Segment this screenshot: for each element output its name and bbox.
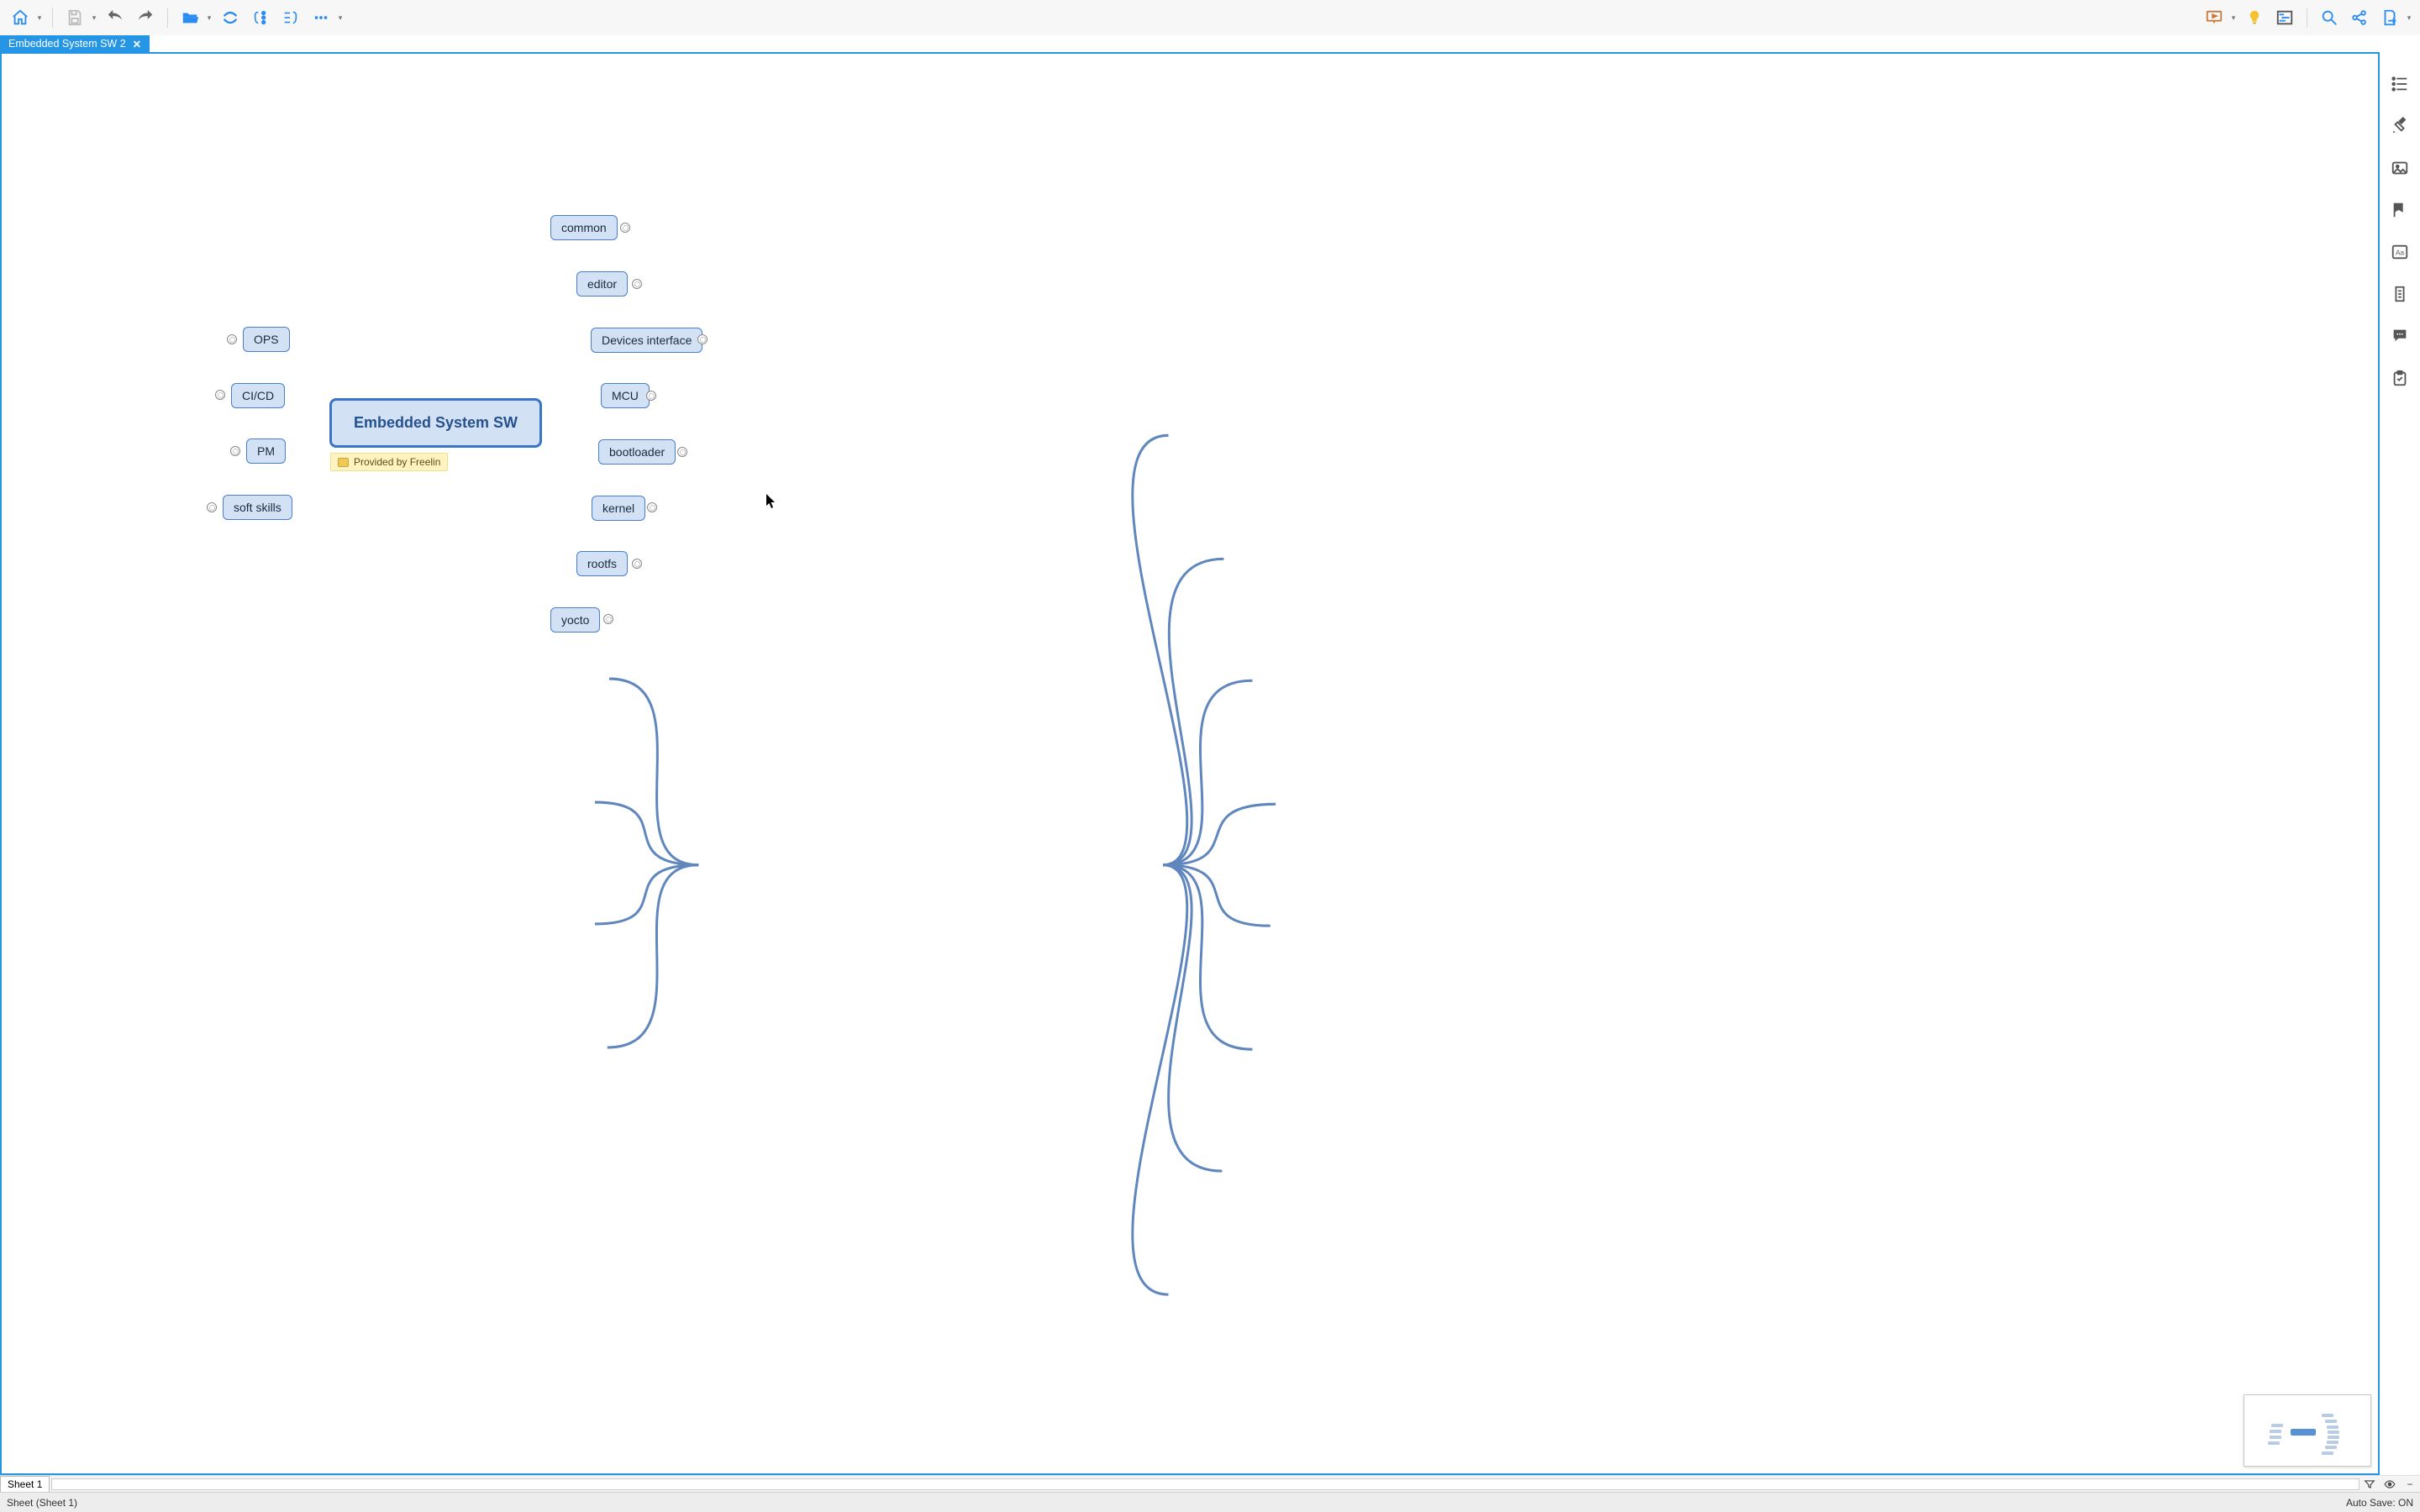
node-label: soft skills bbox=[234, 501, 281, 514]
expander-icon[interactable] bbox=[230, 446, 240, 456]
node-cicd[interactable]: CI/CD bbox=[231, 383, 285, 408]
node-rootfs[interactable]: rootfs bbox=[576, 551, 628, 576]
main-area: Embedded System SW Provided by Freelin c… bbox=[0, 52, 2420, 1475]
node-devices-interface[interactable]: Devices interface bbox=[591, 328, 702, 353]
format-icon[interactable] bbox=[2388, 114, 2412, 138]
relationship-icon[interactable] bbox=[217, 4, 244, 31]
sheet-tab[interactable]: Sheet 1 bbox=[0, 1476, 50, 1492]
expander-icon[interactable] bbox=[646, 391, 656, 401]
cursor-icon bbox=[766, 494, 776, 509]
boundary-icon[interactable] bbox=[247, 4, 274, 31]
presentation-caret[interactable]: ▾ bbox=[2229, 13, 2238, 23]
open-file-icon[interactable] bbox=[176, 4, 203, 31]
eye-icon[interactable] bbox=[2382, 1478, 2397, 1490]
node-mcu[interactable]: MCU bbox=[601, 383, 650, 408]
more-icon[interactable] bbox=[308, 4, 334, 31]
node-bootloader[interactable]: bootloader bbox=[598, 439, 676, 465]
document-tab[interactable]: Embedded System SW 2 ✕ bbox=[0, 35, 150, 52]
expander-icon[interactable] bbox=[697, 334, 708, 344]
node-label: Devices interface bbox=[602, 333, 692, 347]
filter-icon[interactable] bbox=[2362, 1478, 2377, 1490]
side-panel: Aa bbox=[2380, 52, 2420, 1475]
open-caret[interactable]: ▾ bbox=[205, 13, 213, 23]
node-label: OPS bbox=[254, 333, 279, 346]
separator bbox=[52, 8, 53, 28]
folder-icon bbox=[338, 458, 349, 467]
share-icon[interactable] bbox=[2346, 4, 2373, 31]
svg-text:Aa: Aa bbox=[2396, 249, 2405, 257]
redo-icon[interactable] bbox=[132, 4, 159, 31]
separator bbox=[167, 8, 168, 28]
node-label: MCU bbox=[612, 389, 639, 402]
home-icon[interactable] bbox=[7, 4, 34, 31]
node-label: common bbox=[561, 221, 607, 234]
node-label: Embedded System SW bbox=[354, 414, 518, 431]
save-icon[interactable] bbox=[61, 4, 88, 31]
gantt-icon[interactable] bbox=[2271, 4, 2298, 31]
node-center[interactable]: Embedded System SW bbox=[329, 398, 542, 448]
zoom-icon[interactable] bbox=[2316, 4, 2343, 31]
close-icon[interactable]: ✕ bbox=[133, 38, 141, 50]
node-label: rootfs bbox=[587, 557, 617, 570]
expander-icon[interactable] bbox=[632, 559, 642, 569]
expander-icon[interactable] bbox=[647, 502, 657, 512]
task-icon[interactable] bbox=[2388, 366, 2412, 390]
more-caret[interactable]: ▾ bbox=[336, 13, 345, 23]
expander-icon[interactable] bbox=[215, 390, 225, 400]
tab-strip: Embedded System SW 2 ✕ bbox=[0, 35, 2420, 52]
autosave-label: Auto Save: ON bbox=[2346, 1497, 2413, 1509]
save-caret[interactable]: ▾ bbox=[90, 13, 98, 23]
node-label: bootloader bbox=[609, 445, 665, 459]
status-sheet-label: Sheet (Sheet 1) bbox=[7, 1497, 77, 1509]
sheet-input[interactable] bbox=[51, 1478, 2360, 1490]
node-label: kernel bbox=[602, 501, 634, 515]
node-label: editor bbox=[587, 277, 617, 291]
notes-icon[interactable] bbox=[2388, 282, 2412, 306]
minimap[interactable] bbox=[2244, 1394, 2371, 1467]
home-caret[interactable]: ▾ bbox=[35, 13, 44, 23]
node-soft-skills[interactable]: soft skills bbox=[223, 495, 292, 520]
note-provided-by[interactable]: Provided by Freelin bbox=[330, 453, 448, 471]
export-caret[interactable]: ▾ bbox=[2405, 13, 2413, 23]
expander-icon[interactable] bbox=[603, 614, 613, 624]
marker-icon[interactable] bbox=[2388, 198, 2412, 222]
node-common[interactable]: common bbox=[550, 215, 618, 240]
zoom-out-icon[interactable]: − bbox=[2402, 1478, 2417, 1490]
expander-icon[interactable] bbox=[227, 334, 237, 344]
node-editor[interactable]: editor bbox=[576, 271, 628, 297]
idea-icon[interactable] bbox=[2241, 4, 2268, 31]
node-yocto[interactable]: yocto bbox=[550, 607, 600, 633]
presentation-icon[interactable] bbox=[2201, 4, 2228, 31]
sheet-tab-label: Sheet 1 bbox=[8, 1478, 42, 1490]
expander-icon[interactable] bbox=[677, 447, 687, 457]
node-ops[interactable]: OPS bbox=[243, 327, 290, 352]
node-label: CI/CD bbox=[242, 389, 274, 402]
undo-icon[interactable] bbox=[102, 4, 129, 31]
expander-icon[interactable] bbox=[620, 223, 630, 233]
expander-icon[interactable] bbox=[207, 502, 217, 512]
export-icon[interactable] bbox=[2376, 4, 2403, 31]
comments-icon[interactable] bbox=[2388, 324, 2412, 348]
status-bar: Sheet (Sheet 1) Auto Save: ON bbox=[0, 1492, 2420, 1512]
sheet-bar: Sheet 1 − bbox=[0, 1475, 2420, 1492]
toolbar: ▾ ▾ ▾ ▾ ▾ bbox=[0, 0, 2420, 35]
node-label: yocto bbox=[561, 613, 589, 627]
canvas[interactable]: Embedded System SW Provided by Freelin c… bbox=[0, 52, 2380, 1475]
node-pm[interactable]: PM bbox=[246, 438, 286, 464]
text-icon[interactable]: Aa bbox=[2388, 240, 2412, 264]
note-text: Provided by Freelin bbox=[354, 456, 440, 468]
node-kernel[interactable]: kernel bbox=[592, 496, 645, 521]
outline-icon[interactable] bbox=[2388, 72, 2412, 96]
node-label: PM bbox=[257, 444, 275, 458]
summary-icon[interactable] bbox=[277, 4, 304, 31]
image-icon[interactable] bbox=[2388, 156, 2412, 180]
tab-title: Embedded System SW 2 bbox=[8, 38, 126, 50]
expander-icon[interactable] bbox=[632, 279, 642, 289]
